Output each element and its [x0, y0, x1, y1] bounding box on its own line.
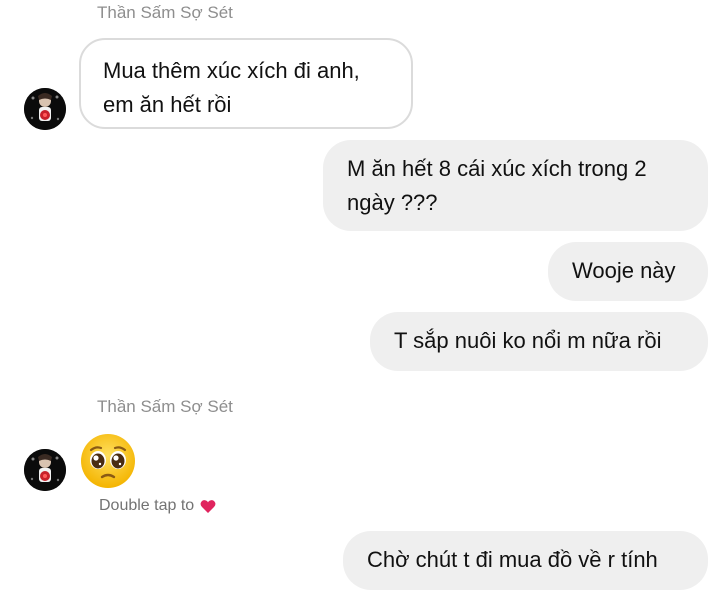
incoming-message[interactable]: Mua thêm xúc xích đi anh, em ăn hết rồi [79, 38, 413, 129]
avatar-image [24, 88, 66, 130]
avatar-image [24, 449, 66, 491]
sender-name: Thần Sấm Sợ Sét [97, 3, 233, 22]
reaction-hint: Double tap to [99, 497, 216, 515]
message-text: Mua thêm xúc xích đi anh, em ăn hết rồi [103, 58, 360, 117]
avatar[interactable] [24, 88, 66, 130]
pleading-face-emoji[interactable] [79, 432, 137, 490]
message-text: Wooje này [572, 258, 676, 283]
outgoing-message[interactable]: T sắp nuôi ko nổi m nữa rồi [370, 312, 708, 371]
outgoing-message[interactable]: Wooje này [548, 242, 708, 301]
outgoing-message[interactable]: Chờ chút t đi mua đồ về r tính [343, 531, 708, 590]
message-text: T sắp nuôi ko nổi m nữa rồi [394, 328, 662, 353]
pleading-face-icon [81, 434, 135, 488]
message-text: M ăn hết 8 cái xúc xích trong 2 ngày ??? [347, 156, 647, 215]
red-heart-icon[interactable] [200, 499, 216, 514]
outgoing-message[interactable]: M ăn hết 8 cái xúc xích trong 2 ngày ??? [323, 140, 708, 231]
reaction-hint-label: Double tap to [99, 497, 195, 514]
sender-name: Thần Sấm Sợ Sét [97, 397, 233, 416]
avatar[interactable] [24, 449, 66, 491]
message-text: Chờ chút t đi mua đồ về r tính [367, 547, 658, 572]
